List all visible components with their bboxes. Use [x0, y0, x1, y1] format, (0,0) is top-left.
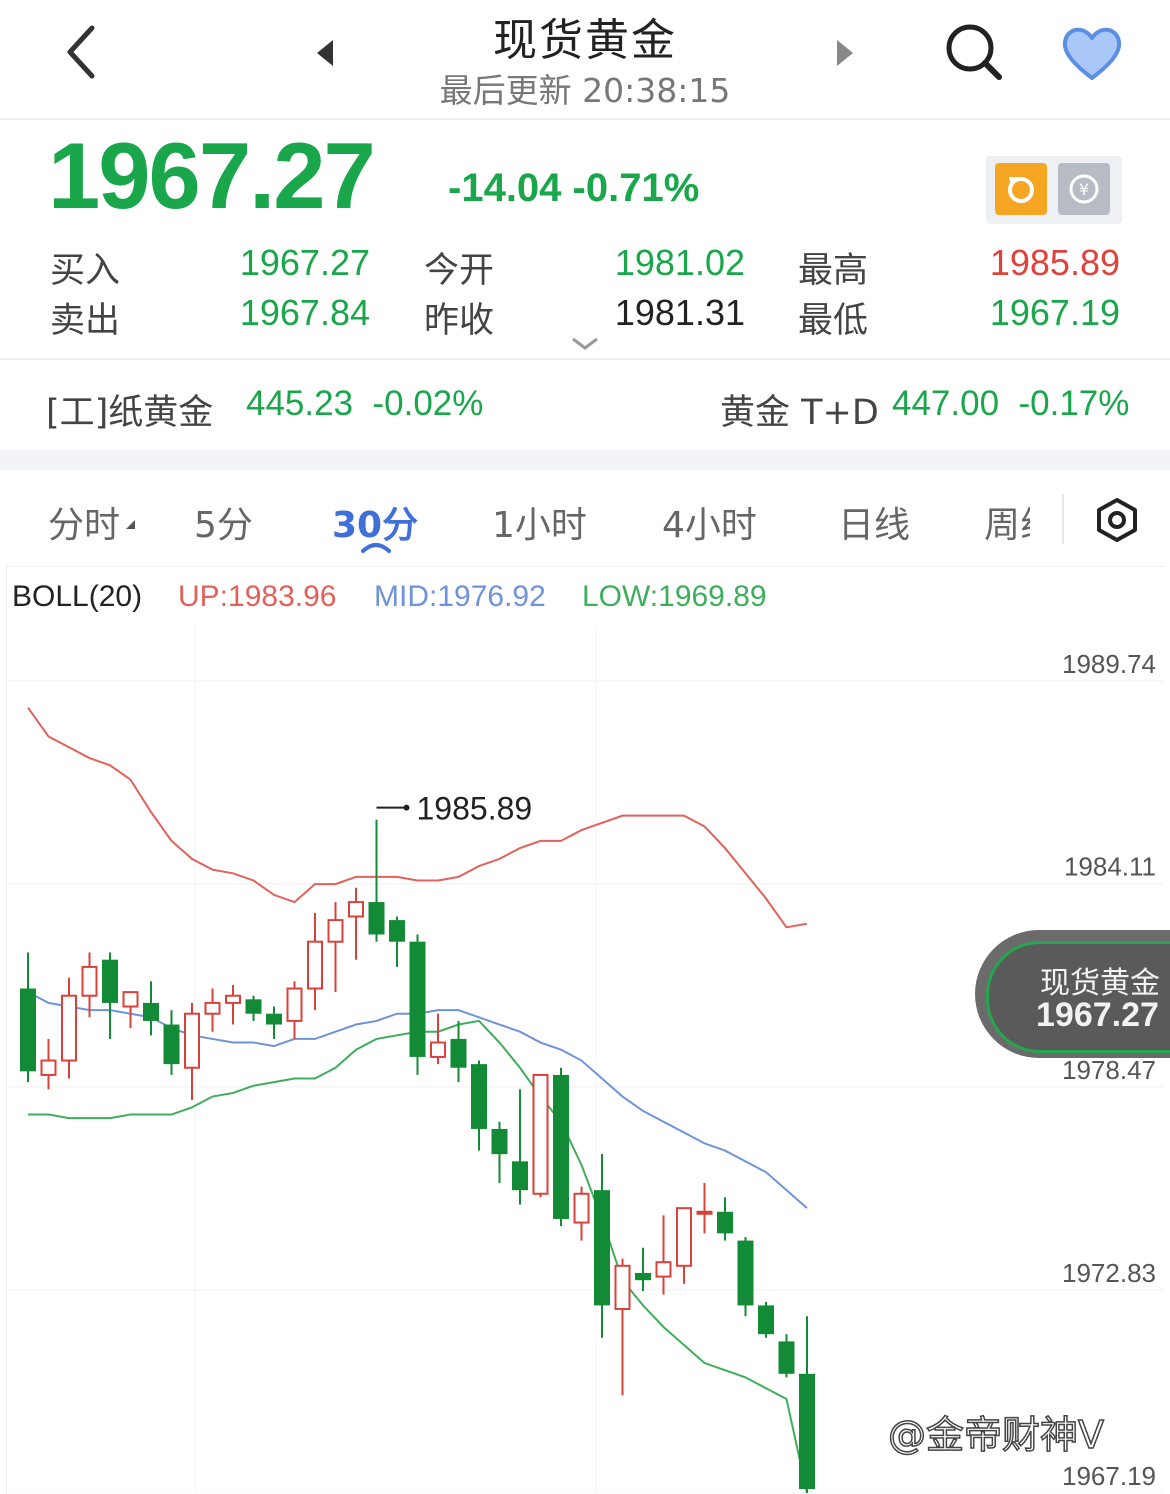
exchange-icon[interactable]: ¥	[1058, 163, 1110, 215]
candle-body-up	[40, 1059, 57, 1076]
current-price: 1967.27	[48, 123, 376, 228]
candle-body-down	[409, 941, 426, 1057]
candle-body-up	[614, 1264, 631, 1310]
quote-grid: 买入 1967.27 今开 1981.02 最高 1985.89 卖出 1967…	[0, 238, 1170, 348]
candle-body-up	[573, 1192, 590, 1224]
candle-body-down	[20, 988, 36, 1072]
active-tab-indicator	[360, 538, 392, 554]
tab-daily[interactable]: 日线	[838, 496, 910, 548]
candle-body-down	[471, 1064, 487, 1129]
high-label: 最高	[798, 251, 869, 291]
candle-body-up	[61, 994, 77, 1062]
related-left-value[interactable]: 445.23 -0.02%	[246, 384, 483, 424]
candle-body-up	[286, 987, 303, 1022]
open-value: 1981.02	[614, 242, 745, 283]
price-tag-value: 1967.27	[1036, 996, 1159, 1034]
bid-value: 1967.27	[239, 242, 370, 283]
candle-body-down	[553, 1074, 569, 1219]
low-label: 最低	[798, 301, 869, 341]
candle-body-down	[717, 1211, 733, 1234]
prev-close-label: 昨收	[424, 301, 495, 341]
tab-1hour[interactable]: 1小时	[492, 496, 587, 548]
last-updated: 最后更新 20:38:15	[439, 71, 731, 110]
ask-value: 1967.84	[239, 292, 370, 333]
candle-body-up	[327, 919, 344, 943]
related-left-name[interactable]: [工]纸黄金	[46, 384, 213, 435]
y-tick-label: 1967.19	[1062, 1461, 1156, 1491]
candle-body-down	[778, 1341, 795, 1374]
candle-body-up	[225, 994, 241, 1004]
high-marker-label: 1985.89	[417, 791, 533, 827]
back-icon[interactable]	[52, 20, 112, 84]
candle-body-up	[532, 1073, 549, 1195]
tab-weekly[interactable]: 周线	[984, 496, 1030, 548]
candle-body-down	[635, 1272, 651, 1281]
candle-body-down	[799, 1373, 815, 1490]
tab-dropdown-icon	[126, 520, 135, 529]
low-value: 1967.19	[989, 292, 1120, 333]
candle-body-up	[307, 940, 323, 990]
refresh-icon[interactable]	[995, 163, 1047, 215]
candle-body-down	[512, 1161, 528, 1191]
related-right-name[interactable]: 黄金 T+D	[720, 384, 879, 435]
candle-body-up	[696, 1210, 713, 1215]
expand-chevron-icon[interactable]	[566, 334, 604, 354]
tab-5min[interactable]: 5分	[194, 496, 253, 548]
candle-body-down	[143, 1002, 159, 1021]
settings-icon[interactable]	[1090, 494, 1144, 546]
heart-icon[interactable]	[1054, 18, 1130, 88]
candle-body-up	[81, 965, 98, 997]
candle-body-up	[122, 991, 139, 1008]
candle-body-down	[245, 999, 262, 1014]
high-marker-dot	[403, 804, 410, 811]
tab-4hour[interactable]: 4小时	[662, 496, 757, 548]
candle-body-up	[676, 1207, 692, 1267]
open-label: 今开	[424, 251, 495, 291]
candle-body-down	[266, 1013, 282, 1025]
search-icon[interactable]	[936, 16, 1012, 88]
candle-body-down	[737, 1240, 754, 1306]
high-value: 1985.89	[989, 242, 1120, 283]
candle-body-down	[758, 1305, 774, 1335]
section-gap	[0, 450, 1170, 470]
candle-body-up	[184, 1012, 200, 1069]
tab-timeshare[interactable]: 分时	[48, 496, 120, 548]
candle-body-down	[491, 1128, 508, 1155]
y-tick-label: 1972.83	[1062, 1258, 1156, 1288]
candle-body-up	[655, 1261, 672, 1278]
prev-icon[interactable]	[300, 30, 350, 76]
candle-body-up	[204, 1001, 221, 1015]
ask-label: 卖出	[50, 301, 121, 341]
bid-label: 买入	[50, 251, 121, 291]
candle-body-down	[389, 920, 405, 942]
y-tick-label: 1989.74	[1062, 649, 1156, 679]
price-change: -14.04 -0.71%	[448, 166, 700, 210]
candle-body-down	[102, 959, 118, 1003]
page-title: 现货黄金	[493, 15, 677, 66]
candle-body-down	[163, 1024, 180, 1065]
svg-text:¥: ¥	[1079, 180, 1089, 199]
candle-body-up	[430, 1041, 446, 1058]
candle-body-down	[368, 902, 385, 935]
candle-body-down	[450, 1038, 467, 1068]
prev-close-value: 1981.31	[614, 292, 745, 333]
candle-body-down	[594, 1190, 610, 1306]
tab-separator	[1062, 494, 1064, 544]
divider	[0, 358, 1170, 360]
y-tick-label: 1978.47	[1062, 1055, 1156, 1085]
watermark: @金帝财神V	[887, 1412, 1105, 1458]
y-tick-label: 1984.11	[1064, 852, 1156, 882]
header-bar: 现货黄金 最后更新 20:38:15	[0, 0, 1170, 120]
candle-body-up	[348, 901, 364, 918]
related-right-value[interactable]: 447.00 -0.17%	[892, 384, 1129, 424]
next-icon[interactable]	[820, 30, 870, 76]
